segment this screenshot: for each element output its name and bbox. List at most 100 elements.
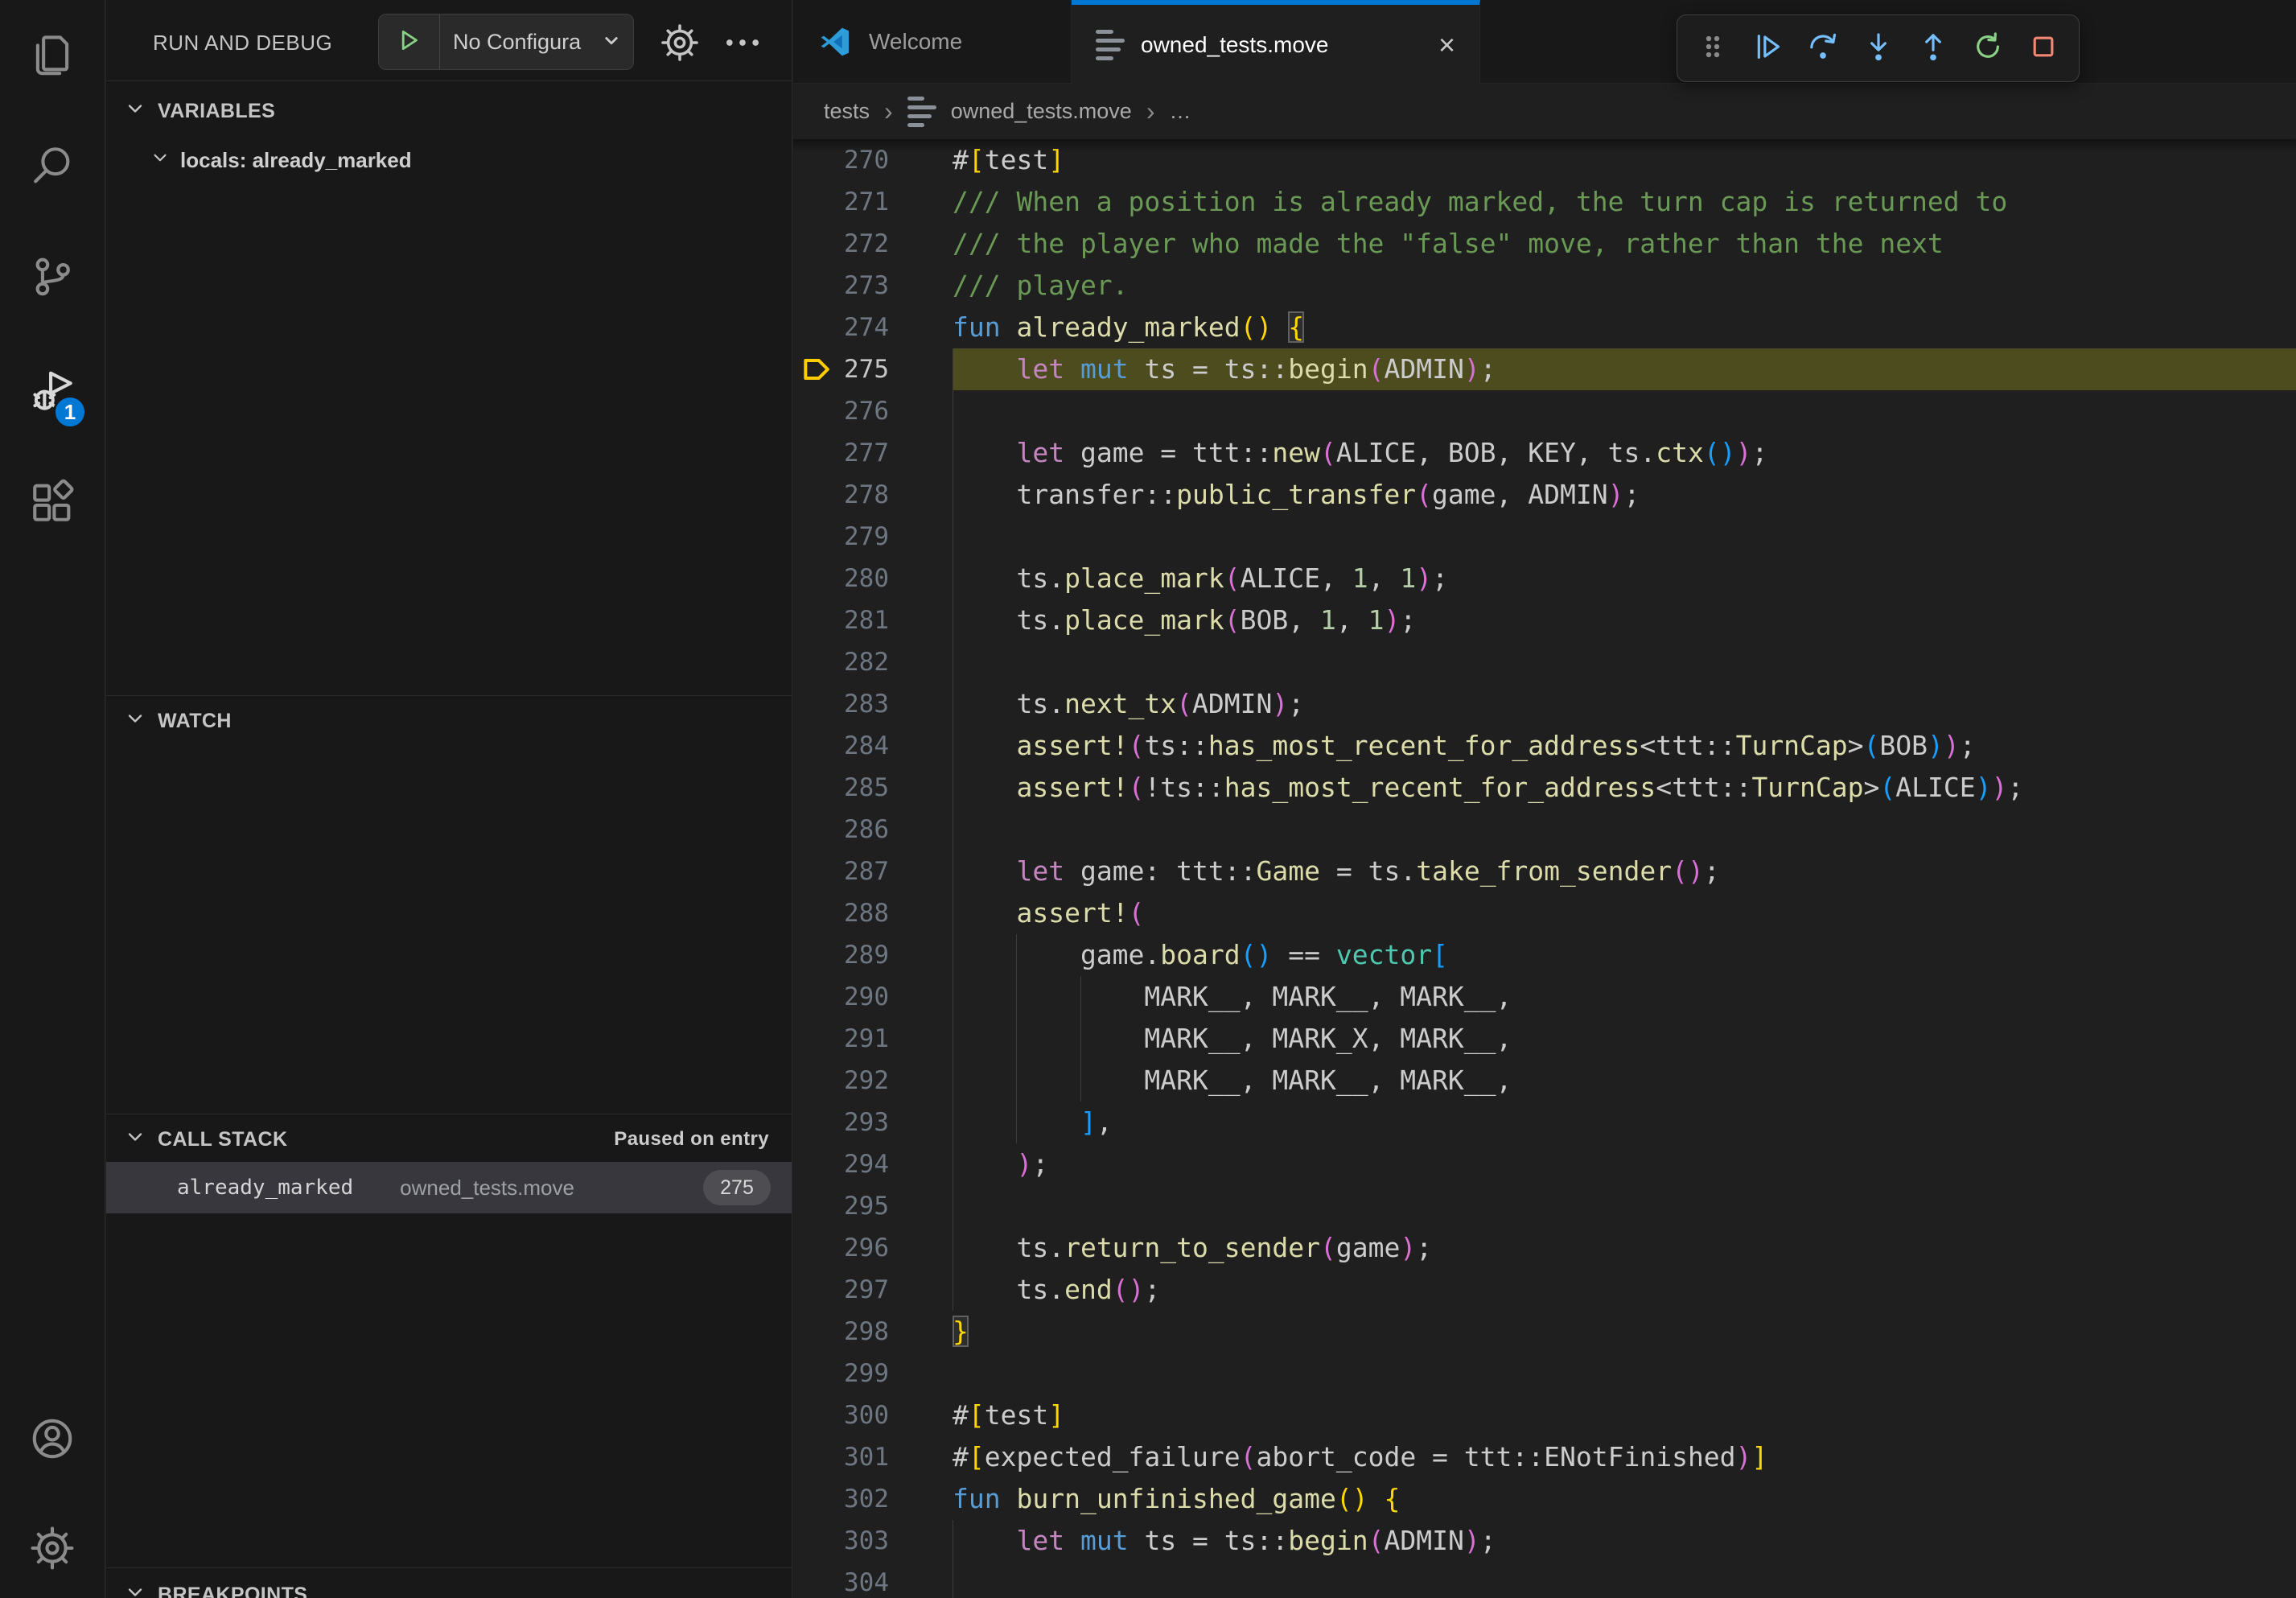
code-line-286[interactable]: 286 xyxy=(793,809,2296,850)
variables-section-header[interactable]: VARIABLES xyxy=(106,89,792,134)
call-stack-section-header[interactable]: CALL STACK Paused on entry xyxy=(106,1117,792,1162)
line-number[interactable]: 300 xyxy=(837,1394,889,1436)
start-debugging-button[interactable] xyxy=(379,14,440,69)
line-number[interactable]: 281 xyxy=(837,599,889,641)
line-number[interactable]: 292 xyxy=(837,1060,889,1102)
step-out-button[interactable] xyxy=(1914,29,1952,68)
code-line-272[interactable]: 272/// the player who made the "false" m… xyxy=(793,223,2296,265)
line-number[interactable]: 285 xyxy=(837,767,889,809)
code-line-295[interactable]: 295 xyxy=(793,1185,2296,1227)
line-number[interactable]: 272 xyxy=(837,223,889,265)
code-line-273[interactable]: 273/// player. xyxy=(793,265,2296,307)
line-number[interactable]: 290 xyxy=(837,976,889,1018)
code-line-277[interactable]: 277 let game = ttt::new(ALICE, BOB, KEY,… xyxy=(793,432,2296,474)
line-number[interactable]: 277 xyxy=(837,432,889,474)
line-number[interactable]: 273 xyxy=(837,265,889,307)
sidebar-item-search[interactable] xyxy=(0,124,105,212)
call-stack-frame[interactable]: already_marked owned_tests.move 275 xyxy=(106,1162,792,1213)
breadcrumb-item-tests[interactable]: tests xyxy=(824,99,870,124)
restart-button[interactable] xyxy=(1969,29,2007,68)
code-line-278[interactable]: 278 transfer::public_transfer(game, ADMI… xyxy=(793,474,2296,516)
line-number[interactable]: 304 xyxy=(837,1562,889,1598)
step-into-button[interactable] xyxy=(1859,29,1898,68)
step-over-button[interactable] xyxy=(1804,29,1842,68)
line-number[interactable]: 291 xyxy=(837,1018,889,1060)
line-number[interactable]: 289 xyxy=(837,934,889,976)
code-line-271[interactable]: 271/// When a position is already marked… xyxy=(793,181,2296,223)
line-number[interactable]: 275 xyxy=(837,348,889,390)
line-number[interactable]: 294 xyxy=(837,1143,889,1185)
code-line-304[interactable]: 304 xyxy=(793,1562,2296,1598)
line-number[interactable]: 276 xyxy=(837,390,889,432)
line-number[interactable]: 282 xyxy=(837,641,889,683)
settings-button[interactable] xyxy=(0,1505,105,1594)
toolbar-drag-handle[interactable] xyxy=(1693,29,1732,68)
line-number[interactable]: 299 xyxy=(837,1353,889,1394)
line-number[interactable]: 297 xyxy=(837,1269,889,1311)
close-icon[interactable]: × xyxy=(1438,31,1455,60)
code-line-296[interactable]: 296 ts.return_to_sender(game); xyxy=(793,1227,2296,1269)
code-line-281[interactable]: 281 ts.place_mark(BOB, 1, 1); xyxy=(793,599,2296,641)
line-number[interactable]: 271 xyxy=(837,181,889,223)
code-line-270[interactable]: 270#[test] xyxy=(793,139,2296,181)
line-number[interactable]: 293 xyxy=(837,1102,889,1143)
line-number[interactable]: 286 xyxy=(837,809,889,850)
variables-scope-locals[interactable]: locals: already_marked xyxy=(106,138,792,182)
code-line-282[interactable]: 282 xyxy=(793,641,2296,683)
line-number[interactable]: 274 xyxy=(837,307,889,348)
code-line-294[interactable]: 294 ); xyxy=(793,1143,2296,1185)
code-line-289[interactable]: 289 game.board() == vector[ xyxy=(793,934,2296,976)
code-line-287[interactable]: 287 let game: ttt::Game = ts.take_from_s… xyxy=(793,850,2296,892)
breakpoints-section-header[interactable]: BREAKPOINTS xyxy=(106,1572,792,1598)
code-line-274[interactable]: 274fun already_marked() { xyxy=(793,307,2296,348)
code-line-283[interactable]: 283 ts.next_tx(ADMIN); xyxy=(793,683,2296,725)
line-number[interactable]: 301 xyxy=(837,1436,889,1478)
configuration-dropdown[interactable]: No Configura xyxy=(440,14,633,69)
line-number[interactable]: 288 xyxy=(837,892,889,934)
continue-button[interactable] xyxy=(1749,29,1788,68)
sidebar-item-run-and-debug[interactable]: 1 xyxy=(0,348,105,437)
line-number[interactable]: 303 xyxy=(837,1520,889,1562)
line-number[interactable]: 280 xyxy=(837,558,889,599)
tab-welcome[interactable]: Welcome xyxy=(793,0,1072,84)
sidebar-item-explorer[interactable] xyxy=(0,11,105,100)
code-line-290[interactable]: 290 MARK__, MARK__, MARK__, xyxy=(793,976,2296,1018)
code-line-291[interactable]: 291 MARK__, MARK_X, MARK__, xyxy=(793,1018,2296,1060)
breadcrumb-item-file[interactable]: owned_tests.move xyxy=(951,99,1132,124)
tab-owned-tests-move[interactable]: owned_tests.move × xyxy=(1072,0,1480,84)
line-number[interactable]: 279 xyxy=(837,516,889,558)
code-line-288[interactable]: 288 assert!( xyxy=(793,892,2296,934)
line-number[interactable]: 278 xyxy=(837,474,889,516)
line-number[interactable]: 295 xyxy=(837,1185,889,1227)
code-line-285[interactable]: 285 assert!(!ts::has_most_recent_for_add… xyxy=(793,767,2296,809)
account-button[interactable] xyxy=(0,1396,105,1485)
watch-section-header[interactable]: WATCH xyxy=(106,698,792,743)
code-line-302[interactable]: 302fun burn_unfinished_game() { xyxy=(793,1478,2296,1520)
code-line-301[interactable]: 301#[expected_failure(abort_code = ttt::… xyxy=(793,1436,2296,1478)
code-line-276[interactable]: 276 xyxy=(793,390,2296,432)
code-line-297[interactable]: 297 ts.end(); xyxy=(793,1269,2296,1311)
code-line-275[interactable]: 275 let mut ts = ts::begin(ADMIN); xyxy=(793,348,2296,390)
sidebar-item-extensions[interactable] xyxy=(0,459,105,548)
line-number[interactable]: 284 xyxy=(837,725,889,767)
breadcrumb-item-symbol[interactable]: … xyxy=(1169,99,1191,124)
line-number[interactable]: 287 xyxy=(837,850,889,892)
line-number[interactable]: 302 xyxy=(837,1478,889,1520)
sidebar-item-source-control[interactable] xyxy=(0,234,105,323)
code-line-299[interactable]: 299 xyxy=(793,1353,2296,1394)
code-line-292[interactable]: 292 MARK__, MARK__, MARK__, xyxy=(793,1060,2296,1102)
code-line-303[interactable]: 303 let mut ts = ts::begin(ADMIN); xyxy=(793,1520,2296,1562)
line-number[interactable]: 296 xyxy=(837,1227,889,1269)
code-line-279[interactable]: 279 xyxy=(793,516,2296,558)
stop-button[interactable] xyxy=(2024,29,2063,68)
debug-settings-button[interactable] xyxy=(660,23,700,67)
code-line-284[interactable]: 284 assert!(ts::has_most_recent_for_addr… xyxy=(793,725,2296,767)
line-number[interactable]: 283 xyxy=(837,683,889,725)
line-number[interactable]: 298 xyxy=(837,1311,889,1353)
code-line-298[interactable]: 298} xyxy=(793,1311,2296,1353)
more-actions-button[interactable] xyxy=(722,31,763,59)
code-line-300[interactable]: 300#[test] xyxy=(793,1394,2296,1436)
code-line-293[interactable]: 293 ], xyxy=(793,1102,2296,1143)
code-line-280[interactable]: 280 ts.place_mark(ALICE, 1, 1); xyxy=(793,558,2296,599)
line-number[interactable]: 270 xyxy=(837,139,889,181)
